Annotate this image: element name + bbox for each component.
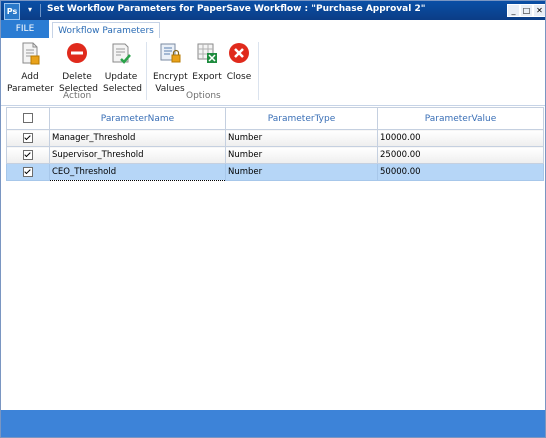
column-header-parameter-type[interactable]: ParameterType xyxy=(225,107,378,130)
parameters-table: ParameterName ParameterType ParameterVal… xyxy=(6,107,544,181)
parameter-value-cell[interactable]: 25000.00 xyxy=(377,146,544,164)
ribbon-tab-strip: FILE Workflow Parameters xyxy=(1,20,545,39)
title-bar: Ps ▾ Set Workflow Parameters for PaperSa… xyxy=(1,1,545,20)
parameter-type-cell[interactable]: Number xyxy=(225,129,378,147)
encrypt-values-button[interactable]: Encrypt Values xyxy=(153,41,188,95)
delete-minus-icon xyxy=(67,43,87,63)
parameter-name-cell[interactable]: CEO_Threshold xyxy=(49,163,226,181)
export-excel-icon xyxy=(197,43,217,63)
update-selected-button[interactable]: Update Selected xyxy=(103,41,143,95)
title-separator xyxy=(40,4,41,17)
select-all-header[interactable] xyxy=(6,107,50,130)
export-button[interactable]: Export xyxy=(192,41,222,83)
window-title: Set Workflow Parameters for PaperSave Wo… xyxy=(47,4,426,14)
action-group-label: Action xyxy=(63,91,92,101)
papersave-app-icon[interactable]: Ps xyxy=(4,3,20,20)
update-selected-label-1: Update xyxy=(104,72,138,82)
parameter-type-cell[interactable]: Number xyxy=(225,163,378,181)
row-checkbox[interactable] xyxy=(23,132,33,143)
parameter-type-cell[interactable]: Number xyxy=(225,146,378,164)
tab-workflow-parameters[interactable]: Workflow Parameters xyxy=(52,22,160,39)
add-parameter-button[interactable]: Add Parameter xyxy=(7,41,54,95)
row-checkbox-cell[interactable] xyxy=(6,163,50,181)
update-document-check-icon xyxy=(112,43,131,64)
close-button[interactable]: Close xyxy=(226,41,252,83)
row-checkbox[interactable] xyxy=(23,166,33,177)
main-window: Ps ▾ Set Workflow Parameters for PaperSa… xyxy=(0,0,546,438)
column-header-parameter-value[interactable]: ParameterValue xyxy=(377,107,544,130)
parameter-name-cell[interactable]: Supervisor_Threshold xyxy=(49,146,226,164)
add-parameter-label-1: Add xyxy=(21,72,39,82)
row-checkbox-cell[interactable] xyxy=(6,129,50,147)
export-label: Export xyxy=(192,72,222,82)
status-bar xyxy=(1,410,545,437)
options-group-label: Options xyxy=(186,91,221,101)
maximize-button[interactable]: □ xyxy=(520,4,533,17)
table-header-row: ParameterName ParameterType ParameterVal… xyxy=(6,107,544,130)
row-checkbox-cell[interactable] xyxy=(6,146,50,164)
update-selected-label-2: Selected xyxy=(103,84,143,94)
table-row-selected[interactable]: CEO_Threshold Number 50000.00 xyxy=(6,163,544,181)
encrypt-values-label-2: Values xyxy=(155,84,185,94)
encrypt-lock-icon xyxy=(160,43,181,63)
ribbon-group-separator xyxy=(146,42,147,100)
close-x-icon xyxy=(229,43,249,63)
parameter-name-cell[interactable]: Manager_Threshold xyxy=(49,129,226,147)
table-row[interactable]: Supervisor_Threshold Number 25000.00 xyxy=(6,146,544,164)
close-window-button[interactable]: ✕ xyxy=(533,4,545,17)
delete-selected-label-1: Delete xyxy=(62,72,92,82)
parameter-value-cell[interactable]: 50000.00 xyxy=(377,163,544,181)
row-checkbox[interactable] xyxy=(23,149,33,160)
quick-access-dropdown-icon[interactable]: ▾ xyxy=(24,4,36,16)
ribbon: Add Parameter Delete Selected Update Sel… xyxy=(1,38,545,106)
delete-selected-button[interactable]: Delete Selected xyxy=(59,41,98,95)
select-all-checkbox[interactable] xyxy=(23,113,33,124)
tab-file[interactable]: FILE xyxy=(1,20,49,38)
minimize-button[interactable]: _ xyxy=(507,4,520,17)
table-row[interactable]: Manager_Threshold Number 10000.00 xyxy=(6,129,544,147)
encrypt-values-label-1: Encrypt xyxy=(153,72,188,82)
add-document-icon xyxy=(22,42,40,65)
ribbon-group-separator xyxy=(258,42,259,100)
parameters-grid: ParameterName ParameterType ParameterVal… xyxy=(6,107,544,410)
column-header-parameter-name[interactable]: ParameterName xyxy=(49,107,226,130)
parameter-value-cell[interactable]: 10000.00 xyxy=(377,129,544,147)
close-label: Close xyxy=(226,72,252,82)
add-parameter-label-2: Parameter xyxy=(7,84,54,94)
